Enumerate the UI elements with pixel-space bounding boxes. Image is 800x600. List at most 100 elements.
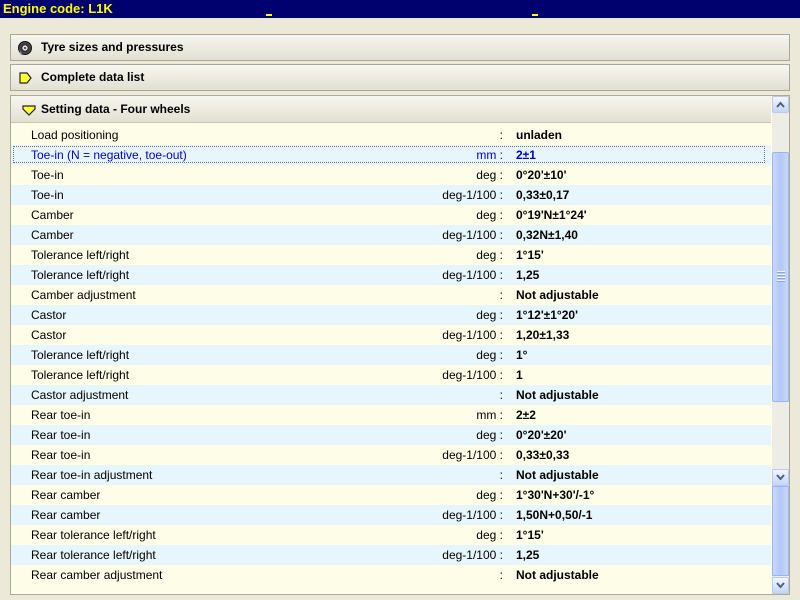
row-value: 0,33±0,17 — [516, 188, 570, 202]
row-label: Toe-in (N = negative, toe-out) — [31, 148, 187, 162]
row-unit: deg-1/100 : — [442, 368, 503, 382]
table-row[interactable]: Camber adjustment: Not adjustable — [11, 285, 771, 305]
outer-scroll-thumb[interactable] — [772, 486, 789, 576]
table-row[interactable]: Rear camber deg-1/100 : 1,50N+0,50/-1 — [11, 505, 771, 525]
row-unit: deg-1/100 : — [442, 188, 503, 202]
row-value: 2±1 — [516, 148, 536, 162]
row-unit: deg-1/100 : — [442, 448, 503, 462]
row-label: Rear tolerance left/right — [31, 528, 156, 542]
row-label: Rear tolerance left/right — [31, 548, 156, 562]
row-unit: : — [499, 468, 503, 482]
table-row[interactable]: Rear tolerance left/right deg : 1°15' — [11, 525, 771, 545]
row-value: 0,33±0,33 — [516, 448, 570, 462]
row-unit: deg : — [476, 208, 503, 222]
row-unit: deg-1/100 : — [442, 548, 503, 562]
row-value: 1° — [516, 348, 528, 362]
row-unit: deg : — [476, 308, 503, 322]
section-tyre-sizes[interactable]: Tyre sizes and pressures — [10, 34, 790, 61]
row-unit: : — [499, 288, 503, 302]
row-unit: deg-1/100 : — [442, 328, 503, 342]
tyre-icon — [17, 40, 33, 56]
row-label: Tolerance left/right — [31, 368, 130, 382]
row-unit: deg-1/100 : — [442, 508, 503, 522]
table-row[interactable]: Load positioning: unladen — [11, 125, 771, 145]
table-row[interactable]: Camber deg : 0°19'N±1°24' — [11, 205, 771, 225]
row-unit: : — [499, 568, 503, 582]
table-row[interactable]: Castor deg : 1°12'±1°20' — [11, 305, 771, 325]
chevron-down-icon — [776, 474, 785, 481]
table-row[interactable]: Camber deg-1/100 : 0,32N±1,40 — [11, 225, 771, 245]
scroll-grip-icon — [777, 271, 785, 283]
row-value: Not adjustable — [516, 568, 599, 582]
row-unit: deg : — [476, 168, 503, 182]
row-label: Tolerance left/right — [31, 248, 130, 262]
row-label: Rear camber — [31, 508, 101, 522]
row-unit: deg-1/100 : — [442, 228, 503, 242]
row-label: Rear toe-in — [31, 428, 91, 442]
row-unit: deg : — [476, 248, 503, 262]
outer-scroll-down-button[interactable] — [772, 469, 789, 486]
table-row[interactable]: Rear toe-in mm : 2±2 — [11, 405, 771, 425]
row-label: Rear toe-in adjustment — [31, 468, 153, 482]
table-row[interactable]: Castor deg-1/100 : 1,20±1,33 — [11, 325, 771, 345]
setting-data-panel: Setting data - Four wheels Load position… — [10, 95, 790, 595]
table-row[interactable]: Tolerance left/right deg-1/100 : 1,25 — [11, 265, 771, 285]
table-row[interactable]: Toe-in (N = negative, toe-out) mm : 2±1 — [11, 145, 771, 165]
row-value: Not adjustable — [516, 388, 599, 402]
scroll-up-button[interactable] — [772, 96, 789, 113]
table-row[interactable]: Rear toe-in deg : 0°20'±20' — [11, 425, 771, 445]
row-value: 0,32N±1,40 — [516, 228, 578, 242]
section-setting-data[interactable]: Setting data - Four wheels — [11, 96, 771, 123]
table-row[interactable]: Toe-in deg-1/100 : 0,33±0,17 — [11, 185, 771, 205]
table-row[interactable]: Tolerance left/right deg : 1° — [11, 345, 771, 365]
chevron-down-icon — [776, 582, 785, 589]
arrow-right-icon — [17, 70, 33, 86]
section-label: Tyre sizes and pressures — [41, 40, 184, 54]
table-row[interactable]: Rear camber deg : 1°30'N+30'/-1° — [11, 485, 771, 505]
row-label: Toe-in — [31, 188, 64, 202]
row-unit: : — [499, 388, 503, 402]
row-unit: deg-1/100 : — [442, 268, 503, 282]
section-label: Setting data - Four wheels — [41, 102, 191, 116]
table-row[interactable]: Toe-in deg : 0°20'±10' — [11, 165, 771, 185]
table-row[interactable]: Tolerance left/right deg-1/100 : 1 — [11, 365, 771, 385]
table-row[interactable]: Rear tolerance left/right deg-1/100 : 1,25 — [11, 545, 771, 565]
titlebar-mark — [532, 14, 538, 16]
row-value: 1,20±1,33 — [516, 328, 570, 342]
row-label: Castor adjustment — [31, 388, 129, 402]
row-label: Rear camber — [31, 488, 101, 502]
table-row[interactable]: Tolerance left/right deg : 1°15' — [11, 245, 771, 265]
row-unit: mm : — [476, 148, 503, 162]
table-row[interactable]: Rear toe-in deg-1/100 : 0,33±0,33 — [11, 445, 771, 465]
section-complete-data-list[interactable]: Complete data list — [10, 64, 790, 91]
row-value: 1°12'±1°20' — [516, 308, 578, 322]
row-value: Not adjustable — [516, 288, 599, 302]
row-label: Camber — [31, 228, 74, 242]
table-row[interactable]: Rear camber adjustment: Not adjustable — [11, 565, 771, 585]
row-value: 0°20'±10' — [516, 168, 567, 182]
row-value: 0°20'±20' — [516, 428, 567, 442]
row-value: 1°15' — [516, 248, 544, 262]
chevron-up-icon — [776, 101, 785, 108]
row-label: Tolerance left/right — [31, 348, 130, 362]
titlebar-mark — [266, 14, 272, 16]
table-row[interactable]: Castor adjustment: Not adjustable — [11, 385, 771, 405]
window-title: Engine code: L1K — [3, 1, 113, 16]
row-label: Toe-in — [31, 168, 64, 182]
table-row[interactable]: Rear toe-in adjustment: Not adjustable — [11, 465, 771, 485]
row-label: Tolerance left/right — [31, 268, 130, 282]
row-value: 1,25 — [516, 548, 540, 562]
row-label: Camber adjustment — [31, 288, 136, 302]
row-unit: deg : — [476, 428, 503, 442]
row-value: 1°15' — [516, 528, 544, 542]
row-unit: : — [499, 128, 503, 142]
row-value: unladen — [516, 128, 563, 142]
scroll-down-button[interactable] — [772, 577, 789, 594]
row-label: Camber — [31, 208, 74, 222]
setting-data-list: Load positioning: unladen Toe-in (N = nega… — [11, 125, 771, 585]
row-label: Rear toe-in — [31, 448, 91, 462]
row-value: 1 — [516, 368, 523, 382]
row-value: Not adjustable — [516, 468, 599, 482]
arrow-down-icon — [21, 101, 37, 117]
scroll-thumb[interactable] — [772, 152, 789, 402]
